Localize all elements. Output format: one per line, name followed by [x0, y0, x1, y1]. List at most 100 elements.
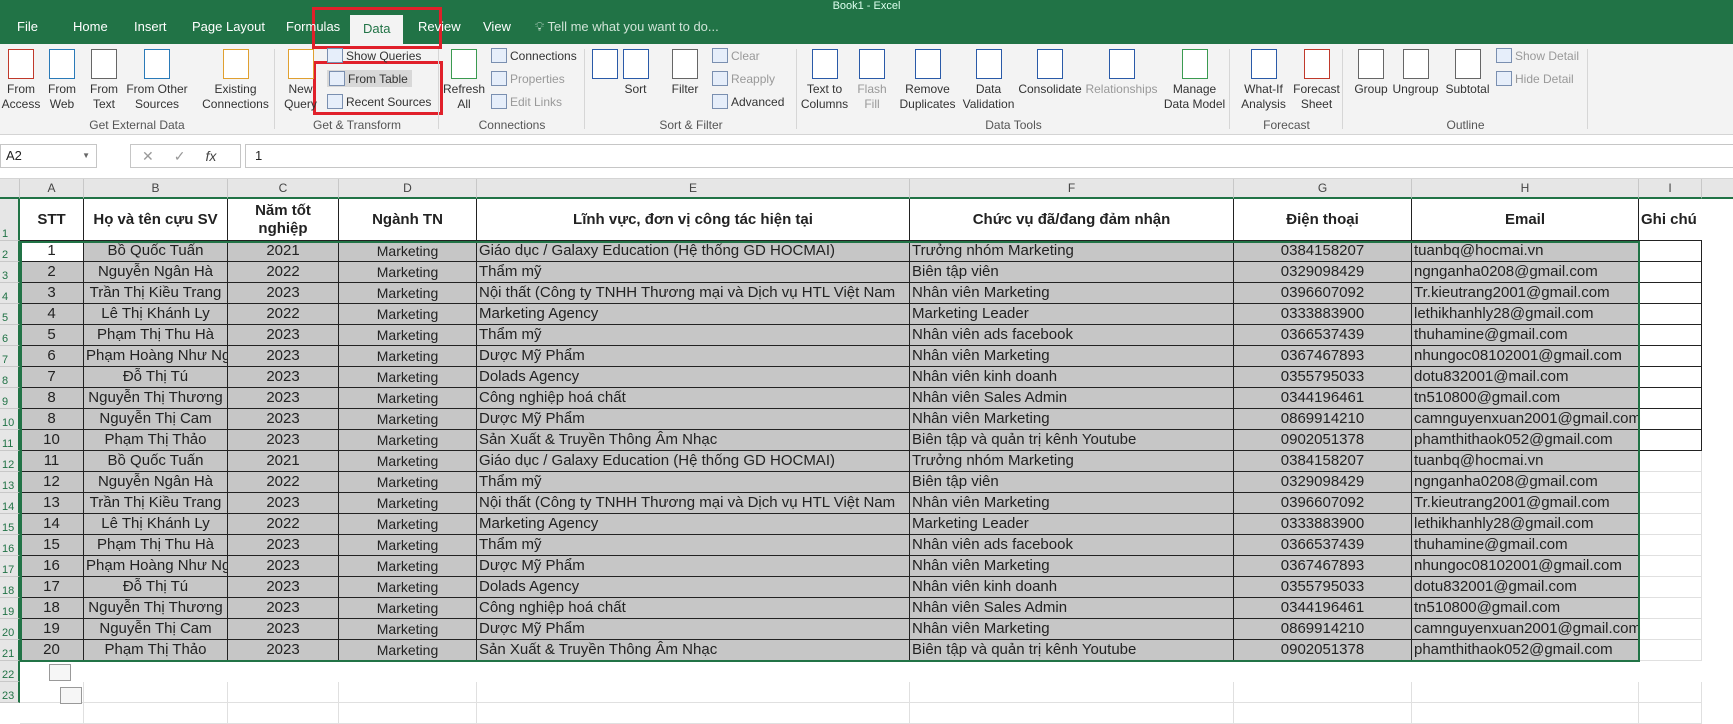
row-header[interactable]: 2 [0, 241, 20, 262]
empty-cell[interactable] [339, 703, 477, 724]
table-cell[interactable]: Biên tập và quản trị kênh Youtube [910, 430, 1234, 451]
table-cell[interactable]: Marketing [339, 262, 477, 283]
column-header-A[interactable]: A [20, 179, 84, 199]
table-cell-notes[interactable] [1639, 556, 1702, 577]
table-cell[interactable]: Marketing [339, 514, 477, 535]
table-cell[interactable]: Trần Thị Kiều Trang [84, 283, 228, 304]
empty-cell[interactable] [339, 682, 477, 703]
table-cell[interactable]: Tr.kieutrang2001@gmail.com [1412, 283, 1639, 304]
table-cell[interactable]: Phạm Hoàng Như Ngọc [84, 556, 228, 577]
table-cell[interactable]: Đỗ Thị Tú [84, 577, 228, 598]
table-cell[interactable]: Sản Xuất & Truyền Thông Âm Nhạc [477, 430, 910, 451]
table-cell[interactable]: Nhân viên Marketing [910, 493, 1234, 514]
filter-button[interactable]: Filter [665, 49, 705, 97]
table-cell[interactable]: Thẩm mỹ [477, 535, 910, 556]
row-header[interactable]: 6 [0, 325, 20, 346]
table-cell[interactable]: Marketing [339, 367, 477, 388]
header-cell[interactable]: Họ và tên cựu SV [84, 199, 228, 241]
tell-me-box[interactable]: 💡︎ Tell me what you want to do... [535, 19, 719, 35]
empty-cell[interactable] [910, 703, 1234, 724]
table-cell[interactable]: Marketing [339, 241, 477, 262]
subtotal-button[interactable]: Subtotal [1441, 49, 1494, 97]
empty-cell[interactable] [1639, 682, 1702, 703]
column-header-C[interactable]: C [228, 179, 339, 199]
from-table-button[interactable]: From Table [327, 70, 412, 87]
table-cell[interactable]: Marketing [339, 598, 477, 619]
table-cell[interactable]: Công nghiệp hoá chất [477, 598, 910, 619]
table-cell-notes[interactable] [1639, 640, 1702, 661]
from-3-button[interactable]: From Other Sources [124, 49, 190, 112]
table-cell-notes[interactable] [1639, 409, 1702, 430]
clear-filter-button[interactable]: Clear [712, 48, 760, 63]
table-cell[interactable]: 10 [20, 430, 84, 451]
table-cell[interactable]: 6 [20, 346, 84, 367]
row-header[interactable]: 20 [0, 619, 20, 640]
data-validation-button[interactable]: Data Validation [962, 49, 1015, 112]
table-cell[interactable]: 2023 [228, 493, 339, 514]
table-cell-notes[interactable] [1639, 598, 1702, 619]
header-cell[interactable]: Năm tốt nghiệp [228, 199, 339, 241]
remove-duplicates-button[interactable]: Remove Duplicates [893, 49, 962, 112]
table-cell[interactable]: Marketing [339, 493, 477, 514]
table-cell[interactable]: 2023 [228, 556, 339, 577]
empty-cell[interactable] [477, 682, 910, 703]
table-cell[interactable]: Marketing [339, 451, 477, 472]
table-cell-notes[interactable] [1639, 535, 1702, 556]
table-cell[interactable]: tn510800@gmail.com [1412, 598, 1639, 619]
empty-cell[interactable] [228, 682, 339, 703]
empty-cell[interactable] [1234, 703, 1412, 724]
table-cell[interactable]: Marketing [339, 304, 477, 325]
table-cell[interactable]: 19 [20, 619, 84, 640]
table-cell[interactable]: 0333883900 [1234, 304, 1412, 325]
table-cell[interactable]: 0355795033 [1234, 577, 1412, 598]
consolidate-button[interactable]: Consolidate [1017, 49, 1083, 97]
table-cell[interactable]: Nhân viên Sales Admin [910, 598, 1234, 619]
table-cell[interactable]: 17 [20, 577, 84, 598]
table-cell[interactable]: 0333883900 [1234, 514, 1412, 535]
table-cell-notes[interactable] [1639, 241, 1702, 262]
table-cell[interactable]: 0344196461 [1234, 598, 1412, 619]
row-header[interactable]: 10 [0, 409, 20, 430]
table-cell[interactable]: 2021 [228, 451, 339, 472]
table-cell[interactable]: 3 [20, 283, 84, 304]
table-cell[interactable]: 0869914210 [1234, 619, 1412, 640]
table-cell[interactable]: camnguyenxuan2001@gmail.com [1412, 619, 1641, 640]
table-cell[interactable]: thuhamine@gmail.com [1412, 325, 1639, 346]
table-cell[interactable]: Thẩm mỹ [477, 262, 910, 283]
header-cell[interactable]: Ngành TN [339, 199, 477, 241]
table-cell[interactable]: Dược Mỹ Phẩm [477, 409, 910, 430]
table-cell[interactable]: 2023 [228, 430, 339, 451]
row-header[interactable]: 16 [0, 535, 20, 556]
show-detail-button[interactable]: Show Detail [1496, 48, 1579, 63]
empty-cell[interactable] [1412, 682, 1639, 703]
table-cell[interactable]: Biên tập viên [910, 472, 1234, 493]
table-cell[interactable]: 0367467893 [1234, 556, 1412, 577]
row-header[interactable]: 14 [0, 493, 20, 514]
table-cell[interactable]: lethikhanhly28@gmail.com [1412, 514, 1639, 535]
table-cell[interactable]: phamthithaok052@gmail.com [1412, 430, 1639, 451]
table-cell[interactable]: 2023 [228, 388, 339, 409]
table-cell[interactable]: 7 [20, 367, 84, 388]
table-cell[interactable]: Marketing [339, 640, 477, 661]
tab-file[interactable]: File [15, 19, 40, 34]
table-cell[interactable]: dotu832001@gmail.com [1412, 577, 1639, 598]
table-cell[interactable]: 2023 [228, 577, 339, 598]
empty-cell[interactable] [20, 703, 84, 724]
table-cell[interactable]: Trưởng nhóm Marketing [910, 241, 1234, 262]
table-cell[interactable]: Marketing Agency [477, 304, 910, 325]
table-cell[interactable]: Phạm Thị Thảo [84, 430, 228, 451]
header-cell[interactable]: Chức vụ đã/đang đảm nhận [910, 199, 1234, 241]
flash-fill-button[interactable]: Flash Fill [853, 49, 891, 112]
table-cell[interactable]: Phạm Thị Thảo [84, 640, 228, 661]
table-cell[interactable]: Marketing [339, 283, 477, 304]
table-cell[interactable]: 2023 [228, 640, 339, 661]
table-cell[interactable]: phamthithaok052@gmail.com [1412, 640, 1639, 661]
table-cell[interactable]: 1 [20, 241, 84, 262]
table-cell[interactable]: 0366537439 [1234, 535, 1412, 556]
row-header[interactable]: 22 [0, 661, 20, 682]
table-cell-notes[interactable] [1639, 367, 1702, 388]
table-cell[interactable]: Nguyễn Thị Cam [84, 409, 228, 430]
row-header[interactable]: 19 [0, 598, 20, 619]
show-queries-button[interactable]: Show Queries [327, 48, 421, 63]
reapply-button[interactable]: Reapply [712, 71, 775, 86]
